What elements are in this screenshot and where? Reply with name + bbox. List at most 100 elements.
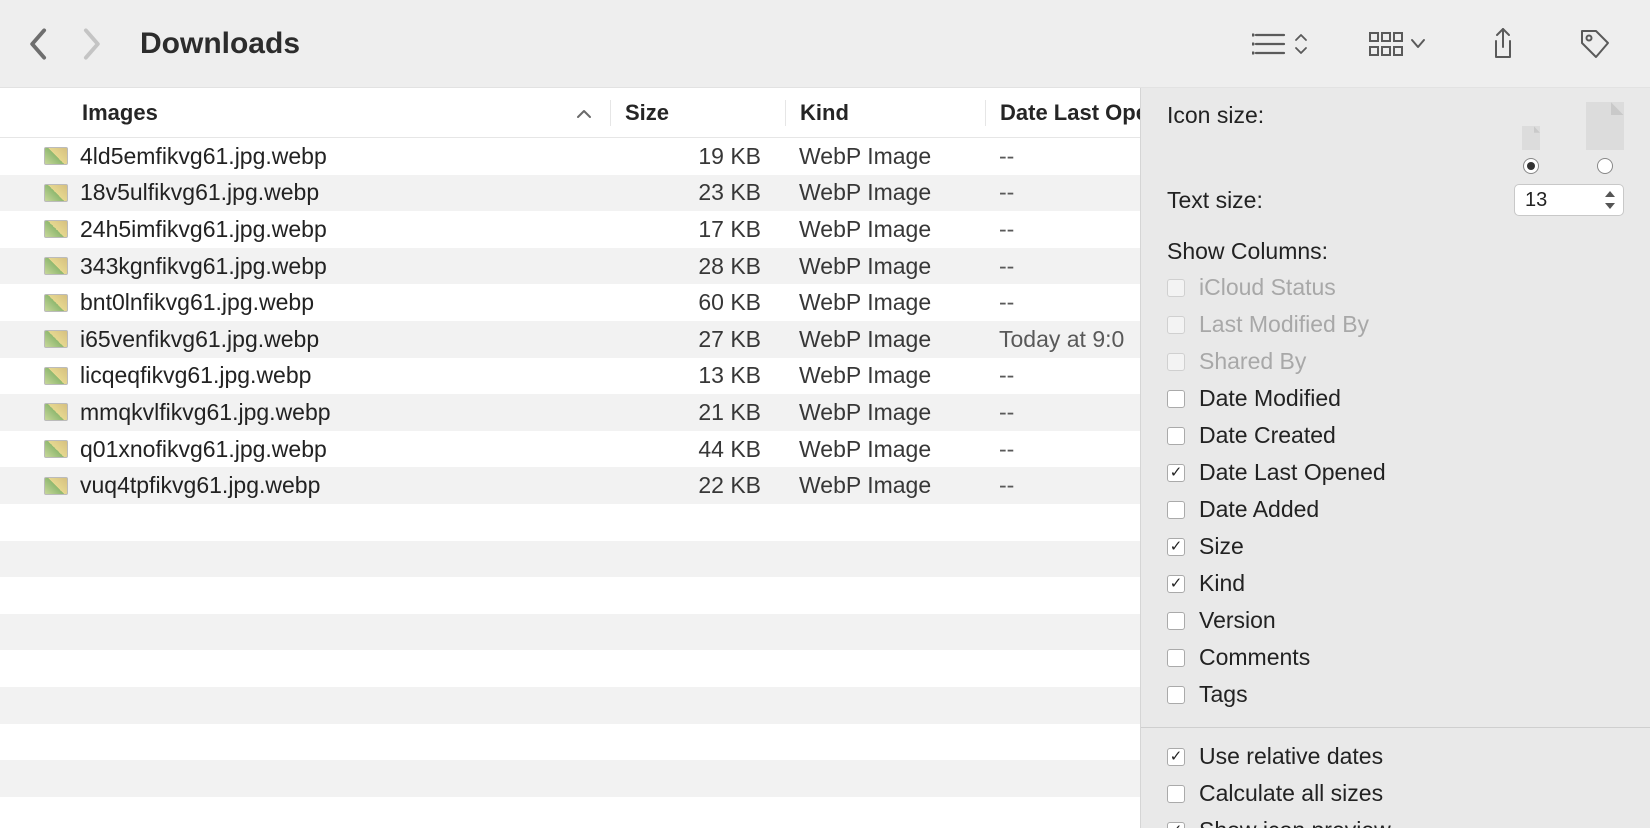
column-header-kind[interactable]: Kind [785,100,985,126]
file-row [0,614,1140,651]
file-row[interactable]: 24h5imfikvg61.jpg.webp17 KBWebP Image-- [0,211,1140,248]
icon-size-small[interactable] [1522,126,1540,174]
column-option[interactable]: Comments [1167,639,1624,676]
checkbox[interactable] [1167,748,1185,766]
file-name: 24h5imfikvg61.jpg.webp [80,216,327,243]
column-option[interactable]: Date Last Opened [1167,454,1624,491]
column-header-name[interactable]: Images [0,100,610,126]
file-name: q01xnofikvg61.jpg.webp [80,436,327,463]
file-row[interactable]: licqeqfikvg61.jpg.webp13 KBWebP Image-- [0,358,1140,395]
toolbar: Downloads [0,0,1650,88]
file-date: -- [985,472,1140,499]
file-thumbnail-icon [44,147,68,165]
view-option[interactable]: Calculate all sizes [1167,775,1624,812]
file-row[interactable]: 4ld5emfikvg61.jpg.webp19 KBWebP Image-- [0,138,1140,175]
column-header-name-label: Images [82,100,158,126]
file-row [0,504,1140,541]
file-thumbnail-icon [44,294,68,312]
checkbox[interactable] [1167,538,1185,556]
file-name: licqeqfikvg61.jpg.webp [80,362,311,389]
view-list-button[interactable] [1252,29,1308,59]
file-row [0,724,1140,761]
file-name: 343kgnfikvg61.jpg.webp [80,253,327,280]
tags-button[interactable] [1578,27,1612,61]
checkbox[interactable] [1167,575,1185,593]
file-kind: WebP Image [785,362,985,389]
file-size: 27 KB [610,326,785,353]
radio-small[interactable] [1523,158,1539,174]
text-size-value: 13 [1525,189,1547,212]
file-thumbnail-icon [44,403,68,421]
checkbox[interactable] [1167,390,1185,408]
checkbox[interactable] [1167,464,1185,482]
file-date: -- [985,289,1140,316]
file-kind: WebP Image [785,399,985,426]
column-option-label: Date Last Opened [1199,459,1386,486]
file-thumbnail-icon [44,330,68,348]
show-columns-heading: Show Columns: [1167,238,1624,265]
column-option-label: Date Added [1199,496,1319,523]
file-name-cell: 343kgnfikvg61.jpg.webp [0,253,610,280]
column-option[interactable]: Date Created [1167,417,1624,454]
checkbox[interactable] [1167,501,1185,519]
file-row [0,687,1140,724]
text-size-select[interactable]: 13 [1514,184,1624,216]
file-date: -- [985,362,1140,389]
share-button[interactable] [1488,27,1518,61]
file-row[interactable]: vuq4tpfikvg61.jpg.webp22 KBWebP Image-- [0,467,1140,504]
column-header-size[interactable]: Size [610,100,785,126]
file-row[interactable]: q01xnofikvg61.jpg.webp44 KBWebP Image-- [0,431,1140,468]
column-option[interactable]: Date Added [1167,491,1624,528]
checkbox[interactable] [1167,686,1185,704]
column-option[interactable]: Tags [1167,676,1624,713]
text-size-row: Text size: 13 [1167,180,1624,220]
file-date: -- [985,216,1140,243]
file-row[interactable]: mmqkvlfikvg61.jpg.webp21 KBWebP Image-- [0,394,1140,431]
column-header-date[interactable]: Date Last Ope [985,100,1140,126]
icon-size-large[interactable] [1586,102,1624,174]
file-row [0,541,1140,578]
file-row[interactable]: i65venfikvg61.jpg.webp27 KBWebP ImageTod… [0,321,1140,358]
column-option[interactable]: Version [1167,602,1624,639]
file-row[interactable]: 18v5ulfikvg61.jpg.webp23 KBWebP Image-- [0,175,1140,212]
file-name-cell: q01xnofikvg61.jpg.webp [0,436,610,463]
column-option-label: Size [1199,533,1244,560]
file-size: 19 KB [610,143,785,170]
checkbox[interactable] [1167,822,1185,828]
file-row[interactable]: bnt0lnfikvg61.jpg.webp60 KBWebP Image-- [0,284,1140,321]
file-thumbnail-icon [44,257,68,275]
file-name: vuq4tpfikvg61.jpg.webp [80,472,320,499]
file-date: -- [985,253,1140,280]
checkbox[interactable] [1167,785,1185,803]
view-option[interactable]: Show icon preview [1167,812,1624,828]
icon-size-options [1522,102,1624,174]
file-name-cell: 4ld5emfikvg61.jpg.webp [0,143,610,170]
column-option: iCloud Status [1167,269,1624,306]
view-option[interactable]: Use relative dates [1167,738,1624,775]
column-option: Shared By [1167,343,1624,380]
file-date: -- [985,399,1140,426]
file-name-cell: 24h5imfikvg61.jpg.webp [0,216,610,243]
file-date: -- [985,143,1140,170]
checkbox[interactable] [1167,649,1185,667]
file-kind: WebP Image [785,179,985,206]
group-button[interactable] [1368,29,1428,59]
checkbox[interactable] [1167,427,1185,445]
radio-large[interactable] [1597,158,1613,174]
column-option[interactable]: Kind [1167,565,1624,602]
file-row [0,760,1140,797]
column-option-label: iCloud Status [1199,274,1336,301]
back-button[interactable] [28,27,50,61]
file-kind: WebP Image [785,436,985,463]
checkbox [1167,316,1185,334]
file-size: 44 KB [610,436,785,463]
column-option[interactable]: Size [1167,528,1624,565]
file-name-cell: vuq4tpfikvg61.jpg.webp [0,472,610,499]
column-option-label: Version [1199,607,1276,634]
file-row[interactable]: 343kgnfikvg61.jpg.webp28 KBWebP Image-- [0,248,1140,285]
column-option[interactable]: Date Modified [1167,380,1624,417]
checkbox[interactable] [1167,612,1185,630]
forward-button[interactable] [80,27,102,61]
file-kind: WebP Image [785,289,985,316]
file-date: Today at 9:0 [985,326,1140,353]
